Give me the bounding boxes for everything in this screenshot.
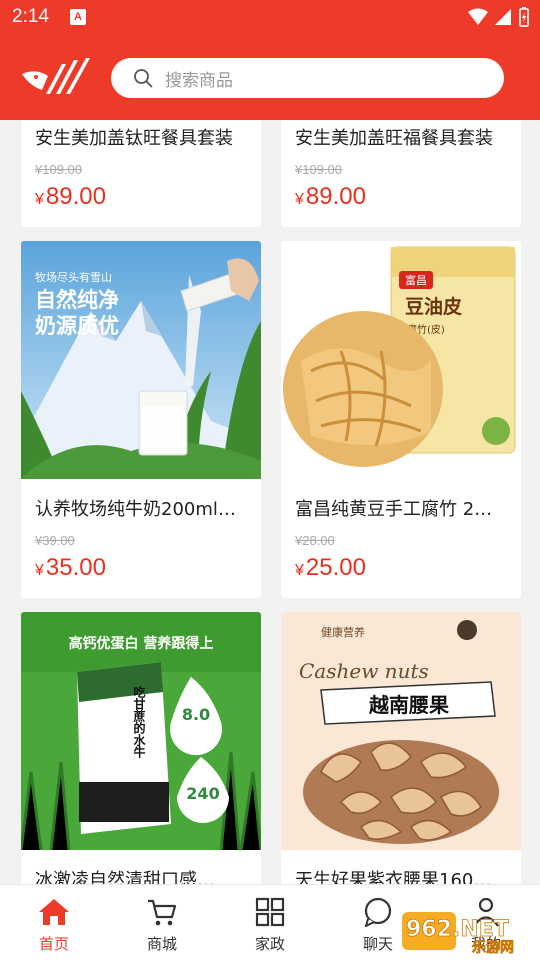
product-card[interactable]: 牧场尽头有雪山 自然纯净 奶源质优 认养牧场纯牛奶200ml… ¥39.00 ¥… [21,241,261,598]
image-text-1: 牧场尽头有雪山 [35,270,112,284]
image-text-2: 自然纯净 [35,288,119,312]
product-price: ¥25.00 [295,554,366,582]
wifi-icon [468,8,488,25]
home-icon [39,899,69,925]
image-name-text: 越南腰果 [368,693,449,717]
currency-symbol: ¥ [295,562,304,579]
product-image: 牧场尽头有雪山 自然纯净 奶源质优 [21,241,261,479]
product-grid: 安生美加盖钛旺餐具套装 ¥109.00 ¥89.00 安生美加盖旺福餐具套装 ¥… [21,120,521,884]
image-banner: 高钙优蛋白 营养跟得上 [69,635,214,652]
price-value: 89.00 [45,183,106,210]
product-title: 天生好果紫衣腰果160… [295,870,492,884]
product-original-price: ¥109.00 [35,162,82,177]
product-feed[interactable]: 安生美加盖钛旺餐具套装 ¥109.00 ¥89.00 安生美加盖旺福餐具套装 ¥… [0,120,540,884]
product-image: 健康营养 Cashew nuts 越南腰果 [281,612,521,850]
currency-symbol: ¥ [295,191,304,208]
notification-icon: A [70,9,86,25]
status-time: 2:14 [12,6,49,27]
tofu-skin-photo: 富昌 豆油皮 腐竹(皮) [281,241,521,479]
product-price: ¥89.00 [35,183,106,211]
product-original-price: ¥28.00 [295,533,335,548]
currency-symbol: ¥ [35,562,44,579]
product-title: 安生美加盖旺福餐具套装 [295,128,493,149]
tab-label: 首页 [38,935,69,953]
product-title: 冰激凌自然清甜口感… [35,870,215,884]
chat-icon [364,897,392,927]
product-original-price: ¥109.00 [295,162,342,177]
buffalo-milk-photo: 高钙优蛋白 营养跟得上 吃甘蔗的水牛 8.0 240 [21,612,261,850]
search-icon [134,69,153,88]
product-card[interactable]: 健康营养 Cashew nuts 越南腰果 天生好果紫衣腰果160… [281,612,521,884]
status-bar: 2:14 A [0,0,540,36]
box-text: 吃甘蔗的水牛 [132,685,146,759]
tab-label: 商城 [146,935,177,953]
product-price: ¥89.00 [295,183,366,211]
milk-photo: 牧场尽头有雪山 自然纯净 奶源质优 [21,241,261,479]
product-card[interactable]: 安生美加盖旺福餐具套装 ¥109.00 ¥89.00 [281,120,521,227]
product-image: 高钙优蛋白 营养跟得上 吃甘蔗的水牛 8.0 240 [21,612,261,850]
signal-icon [495,9,511,25]
price-value: 35.00 [45,554,106,581]
badge-text-2: 240 [186,784,219,803]
product-card[interactable]: 富昌 豆油皮 腐竹(皮) 富昌纯黄豆手工腐竹 2… ¥28.00 ¥25.00 [281,241,521,598]
cart-icon [148,899,177,926]
image-script-text: Cashew nuts [299,659,429,683]
price-value: 89.00 [305,183,366,210]
search-bar[interactable]: 搜索商品 [111,58,504,98]
image-top-text: 健康营养 [321,625,365,639]
image-text-3: 奶源质优 [35,314,119,338]
product-title: 富昌纯黄豆手工腐竹 2… [295,499,493,520]
currency-symbol: ¥ [35,191,44,208]
app-logo-icon [22,58,90,94]
tab-home[interactable]: 首页 [0,885,108,960]
price-value: 25.00 [305,554,366,581]
badge-text-1: 8.0 [182,705,210,724]
product-original-price: ¥39.00 [35,533,75,548]
cashew-photo: 健康营养 Cashew nuts 越南腰果 [281,612,521,850]
package-name: 豆油皮 [405,295,462,318]
app-header: 搜索商品 [0,36,540,120]
watermark-text: 962.NET [406,917,509,942]
product-title: 安生美加盖钛旺餐具套装 [35,128,233,149]
product-price: ¥35.00 [35,554,106,582]
tab-housekeeping[interactable]: 家政 [216,885,324,960]
product-card[interactable]: 安生美加盖钛旺餐具套装 ¥109.00 ¥89.00 [21,120,261,227]
tab-label: 家政 [254,935,285,953]
status-icons [468,7,530,27]
product-image: 富昌 豆油皮 腐竹(皮) [281,241,521,479]
watermark-subtext: 乐游网 [472,939,514,956]
product-title: 认养牧场纯牛奶200ml… [35,499,236,520]
site-watermark-logo: 962.NET 乐游网 [402,912,514,956]
battery-icon [519,7,529,27]
search-placeholder: 搜索商品 [165,70,233,91]
brand-label: 富昌 [405,273,427,287]
product-card[interactable]: 高钙优蛋白 营养跟得上 吃甘蔗的水牛 8.0 240 冰激凌自然清甜口感… [21,612,261,884]
grid-icon [255,897,285,927]
tab-mall[interactable]: 商城 [108,885,216,960]
